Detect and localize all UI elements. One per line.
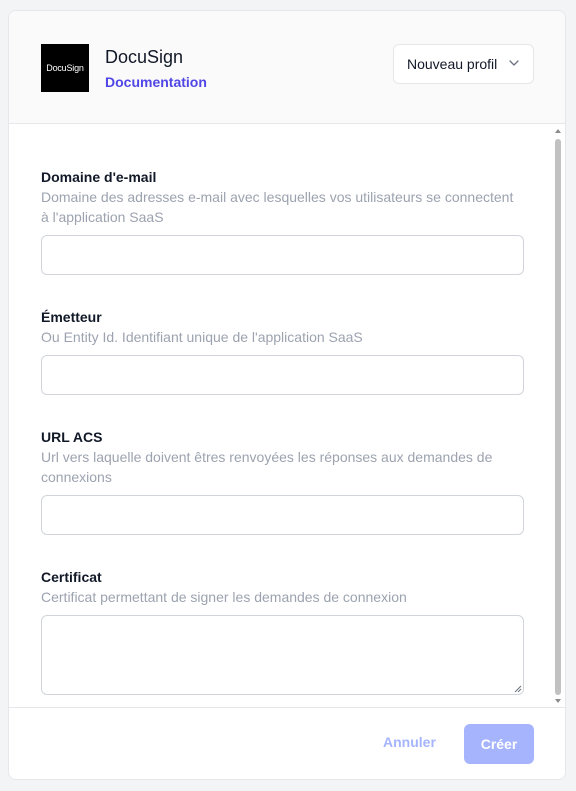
app-name: DocuSign [105, 47, 184, 67]
field-label: Certificat [41, 569, 102, 585]
create-button[interactable]: Créer [464, 724, 534, 764]
modal-footer: Annuler Créer [9, 707, 565, 779]
arrow-down-icon[interactable] [554, 698, 562, 704]
acs-url-input[interactable] [41, 495, 524, 535]
field-description: Domaine des adresses e-mail avec lesquel… [41, 189, 514, 225]
issuer-input[interactable] [41, 355, 524, 395]
resize-grip-icon[interactable] [514, 685, 522, 693]
arrow-up-icon[interactable] [554, 128, 562, 134]
certificate-textarea-wrap [41, 615, 524, 695]
saml-config-modal: DocuSign DocuSign Documentation Nouveau … [8, 10, 566, 780]
field-email-domain: Domaine d'e-mail Domaine des adresses e-… [41, 167, 524, 275]
field-description: Ou Entity Id. Identifiant unique de l'ap… [41, 329, 363, 345]
profile-select-value: Nouveau profil [407, 56, 498, 72]
field-label: URL ACS [41, 429, 103, 445]
scrollbar-thumb[interactable] [555, 139, 561, 695]
field-label: Émetteur [41, 309, 102, 325]
email-domain-input[interactable] [41, 235, 524, 275]
field-label: Domaine d'e-mail [41, 169, 157, 185]
scrollbar[interactable] [551, 125, 565, 707]
field-certificate: Certificat Certificat permettant de sign… [41, 567, 524, 695]
docusign-logo: DocuSign [41, 44, 89, 92]
modal-body: Domaine d'e-mail Domaine des adresses e-… [9, 125, 565, 707]
logo-text: DocuSign [46, 63, 84, 73]
field-issuer: Émetteur Ou Entity Id. Identifiant uniqu… [41, 307, 524, 395]
profile-select[interactable]: Nouveau profil [393, 44, 534, 84]
cancel-button[interactable]: Annuler [379, 732, 440, 752]
field-acs-url: URL ACS Url vers laquelle doivent êtres … [41, 427, 524, 535]
modal-header: DocuSign DocuSign Documentation Nouveau … [9, 11, 565, 124]
field-description: Url vers laquelle doivent êtres renvoyée… [41, 449, 493, 485]
documentation-link[interactable]: Documentation [105, 74, 207, 90]
chevron-down-icon [509, 60, 519, 66]
field-description: Certificat permettant de signer les dema… [41, 589, 407, 605]
certificate-textarea[interactable] [41, 615, 524, 695]
